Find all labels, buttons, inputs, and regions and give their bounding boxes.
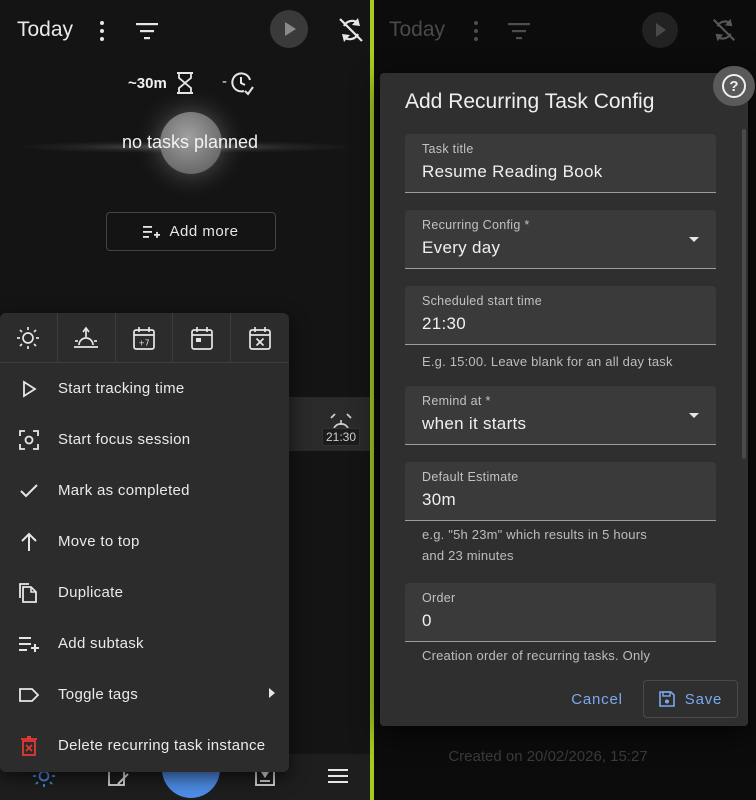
menu-item-focus-session[interactable]: Start focus session xyxy=(0,414,289,465)
schedule-today-button[interactable] xyxy=(0,313,58,363)
focus-icon xyxy=(19,429,39,450)
field-label: Task title xyxy=(422,142,474,156)
help-icon: ? xyxy=(722,74,746,98)
menu-item-move-to-top[interactable]: Move to top xyxy=(0,516,289,567)
order-field[interactable]: Order 0 xyxy=(405,583,716,642)
filter-icon[interactable] xyxy=(134,20,160,42)
delete-icon xyxy=(21,735,37,756)
menu-icon[interactable] xyxy=(326,764,350,788)
dropdown-arrow-icon xyxy=(689,413,699,418)
schedule-tomorrow-button[interactable] xyxy=(58,313,116,363)
play-button[interactable] xyxy=(270,10,308,48)
created-at-text: Created on 20/02/2026, 15:27 xyxy=(448,748,648,765)
clock-check-icon xyxy=(231,72,254,96)
top-bar: Today xyxy=(0,0,370,62)
cancel-button[interactable]: Cancel xyxy=(564,683,630,715)
sunset-icon xyxy=(74,326,99,348)
schedule-shortcuts: +7 xyxy=(0,313,289,363)
more-vert-icon xyxy=(474,21,478,41)
save-icon xyxy=(658,691,675,707)
submenu-arrow-icon xyxy=(269,688,275,698)
task-reminder-time: 21:30 xyxy=(322,428,361,446)
field-value: when it starts xyxy=(422,414,527,433)
menu-item-start-tracking[interactable]: Start tracking time xyxy=(0,363,289,414)
task-title-field[interactable]: Task title Resume Reading Book xyxy=(405,134,716,193)
default-estimate-field[interactable]: Default Estimate 30m xyxy=(405,462,716,521)
filter-icon xyxy=(508,23,530,40)
dialog-scrollbar[interactable] xyxy=(742,129,746,459)
start-time-hint: E.g. 15:00. Leave blank for an all day t… xyxy=(422,354,673,369)
field-value: 30m xyxy=(422,490,456,509)
tag-icon xyxy=(19,687,40,702)
dialog-actions: Cancel Save xyxy=(380,671,748,726)
menu-item-delete-instance[interactable]: Delete recurring task instance xyxy=(0,720,289,771)
menu-item-label: Duplicate xyxy=(58,584,124,601)
hourglass-icon xyxy=(177,72,193,94)
page-title: Today xyxy=(17,18,74,41)
menu-item-label: Mark as completed xyxy=(58,482,190,499)
field-value: 21:30 xyxy=(422,314,467,333)
calendar-remove-icon xyxy=(249,327,271,350)
calendar-plus7-icon: +7 xyxy=(133,327,155,350)
menu-item-label: Start tracking time xyxy=(58,380,185,397)
page-title: Today xyxy=(389,18,446,41)
field-value: Every day xyxy=(422,238,501,257)
play-outline-icon xyxy=(23,379,37,398)
order-hint: Creation order of recurring tasks. Only xyxy=(422,648,651,663)
field-value: 0 xyxy=(422,611,432,630)
menu-item-duplicate[interactable]: Duplicate xyxy=(0,567,289,618)
menu-item-toggle-tags[interactable]: Toggle tags xyxy=(0,669,289,720)
save-label: Save xyxy=(684,690,723,708)
start-time-field[interactable]: Scheduled start time 21:30 xyxy=(405,286,716,345)
estimate-hint-line2: and 23 minutes xyxy=(422,548,514,563)
unschedule-button[interactable] xyxy=(231,313,289,363)
empty-state-text: no tasks planned xyxy=(121,132,259,152)
sync-disabled-icon xyxy=(713,18,735,42)
clock-prefix: - xyxy=(222,73,227,90)
sync-disabled-icon[interactable] xyxy=(336,15,366,45)
remind-at-select[interactable]: Remind at * when it starts xyxy=(405,386,716,445)
play-icon xyxy=(656,23,666,37)
copy-icon xyxy=(19,582,37,603)
more-vert-icon[interactable] xyxy=(92,18,112,44)
dialog-title: Add Recurring Task Config xyxy=(405,90,655,113)
menu-item-label: Start focus session xyxy=(58,431,191,448)
dialog-form: Task title Resume Reading Book Recurring… xyxy=(380,131,748,671)
calendar-icon xyxy=(190,327,213,350)
check-icon xyxy=(20,483,38,497)
dropdown-arrow-icon xyxy=(689,237,699,242)
today-screen: Today ~30m - no tasks planned Add more 2… xyxy=(0,0,370,800)
estimate-summary: ~30m - xyxy=(0,66,370,100)
estimate-time: ~30m xyxy=(128,75,167,92)
recurring-config-select[interactable]: Recurring Config * Every day xyxy=(405,210,716,269)
add-more-label: Add more xyxy=(169,223,239,240)
help-button[interactable]: ? xyxy=(713,66,755,106)
task-context-menu: +7 Start tracking time Start focus sessi… xyxy=(0,313,289,772)
menu-item-label: Move to top xyxy=(58,533,140,550)
arrow-up-icon xyxy=(21,532,37,551)
menu-item-label: Toggle tags xyxy=(58,686,139,703)
plus7-badge: +7 xyxy=(138,339,149,348)
save-button[interactable]: Save xyxy=(643,680,738,718)
menu-item-mark-completed[interactable]: Mark as completed xyxy=(0,465,289,516)
play-button xyxy=(642,12,678,48)
schedule-date-button[interactable] xyxy=(173,313,232,363)
estimate-hint-line1: e.g. "5h 23m" which results in 5 hours xyxy=(422,527,647,542)
field-label: Remind at * xyxy=(422,394,491,408)
menu-item-label: Add subtask xyxy=(58,635,144,652)
add-more-button[interactable]: Add more xyxy=(106,212,276,251)
field-label: Order xyxy=(422,591,456,605)
playlist-add-icon xyxy=(143,225,161,238)
field-label: Default Estimate xyxy=(422,470,519,484)
sun-icon xyxy=(17,327,40,349)
menu-item-label: Delete recurring task instance xyxy=(58,737,266,754)
recurring-task-dialog: Add Recurring Task Config Task title Res… xyxy=(380,73,748,726)
field-value: Resume Reading Book xyxy=(422,162,603,181)
menu-item-add-subtask[interactable]: Add subtask xyxy=(0,618,289,669)
field-label: Recurring Config * xyxy=(422,218,530,232)
playlist-add-icon xyxy=(19,636,39,652)
play-icon xyxy=(285,22,296,36)
schedule-next-week-button[interactable]: +7 xyxy=(116,313,174,363)
field-label: Scheduled start time xyxy=(422,294,542,308)
